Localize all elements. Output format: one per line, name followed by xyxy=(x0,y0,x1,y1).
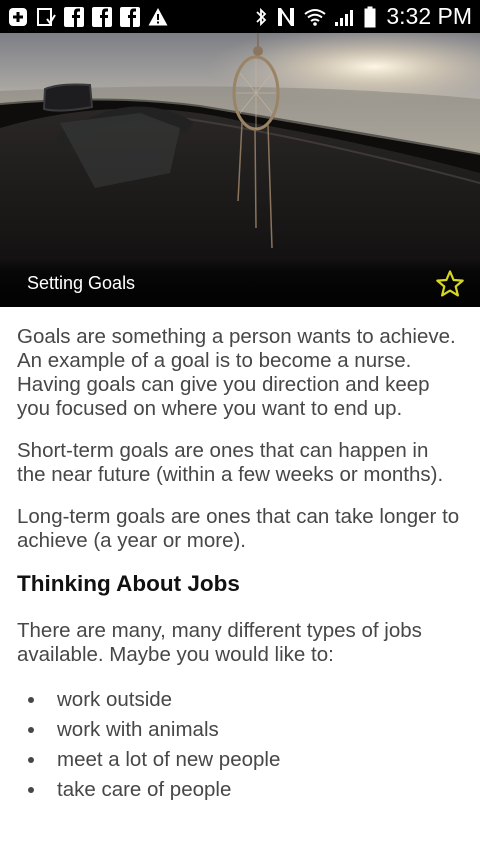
download-icon xyxy=(36,7,56,27)
favorite-button[interactable] xyxy=(434,268,466,300)
signal-icon xyxy=(334,7,356,27)
list-item: work with animals xyxy=(17,715,462,745)
battery-icon xyxy=(364,6,376,28)
list-item-text: work outside xyxy=(57,688,173,711)
bullet-icon xyxy=(28,697,34,703)
paragraph: Long-term goals are ones that can take l… xyxy=(17,505,460,552)
section-intro: There are many, many different types of … xyxy=(17,619,422,666)
section-heading: Thinking About Jobs xyxy=(17,571,240,596)
status-bar: 3:32 PM xyxy=(0,0,480,33)
list-item: take care of people xyxy=(17,775,462,805)
paragraph: Goals are something a person wants to ac… xyxy=(17,325,456,420)
bullet-icon xyxy=(28,727,34,733)
article-body: Goals are something a person wants to ac… xyxy=(17,325,462,805)
wifi-icon xyxy=(304,7,326,27)
paragraph: Short-term goals are ones that can happe… xyxy=(17,439,444,486)
bullet-icon xyxy=(28,787,34,793)
bluetooth-icon xyxy=(254,7,268,27)
hero-banner: Setting Goals xyxy=(0,33,480,307)
star-outline-icon xyxy=(436,270,464,297)
clock: 3:32 PM xyxy=(386,3,472,29)
bullet-list: work outside work with animals meet a lo… xyxy=(17,685,462,805)
page-title: Setting Goals xyxy=(27,273,136,293)
list-item-text: meet a lot of new people xyxy=(57,748,281,771)
system-icons: 3:32 PM xyxy=(254,3,472,30)
bullet-icon xyxy=(28,757,34,763)
add-notification-icon xyxy=(8,7,28,27)
list-item-text: take care of people xyxy=(57,778,232,801)
facebook-icon xyxy=(120,6,140,27)
facebook-icon xyxy=(64,6,84,27)
list-item: meet a lot of new people xyxy=(17,745,462,775)
notification-icons xyxy=(8,6,168,27)
nfc-icon xyxy=(276,6,296,28)
list-item-text: work with animals xyxy=(57,718,219,741)
list-item: work outside xyxy=(17,685,462,715)
warning-icon xyxy=(148,7,168,27)
facebook-icon xyxy=(92,6,112,27)
